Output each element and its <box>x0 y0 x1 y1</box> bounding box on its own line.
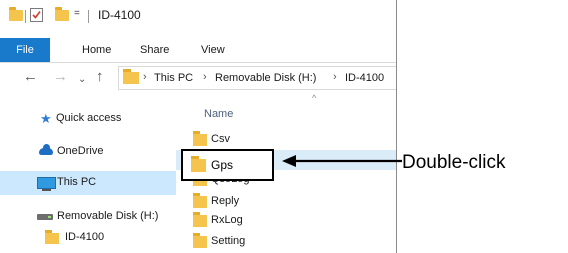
file-name: RxLog <box>211 214 243 226</box>
file-name: Csv <box>211 133 230 145</box>
folder-icon <box>193 131 207 146</box>
up-arrow-icon[interactable]: ↑ <box>96 69 104 85</box>
navigation-pane: ★ Quick access OneDrive This PC Removabl… <box>0 93 176 253</box>
sidebar-item-label: ID-4100 <box>65 231 105 243</box>
folder-icon <box>191 156 206 172</box>
sidebar-item-label: Quick access <box>56 112 122 124</box>
recent-locations-chevron-icon[interactable]: ⌄ <box>78 72 86 88</box>
gps-folder-highlight[interactable]: Gps <box>181 149 274 181</box>
file-name: Setting <box>211 235 246 247</box>
file-row-reply[interactable]: Reply <box>176 192 397 212</box>
folder-icon <box>123 69 139 84</box>
file-name: Reply <box>211 195 240 207</box>
computer-icon <box>37 177 56 191</box>
sidebar-item-label: Removable Disk (H:) <box>57 210 159 222</box>
star-icon: ★ <box>40 111 52 126</box>
drive-icon <box>37 214 53 220</box>
breadcrumb-separator-icon[interactable]: › <box>203 71 207 83</box>
file-name: Gps <box>211 158 234 172</box>
window-border <box>396 0 397 253</box>
file-row-setting[interactable]: Setting <box>176 232 397 252</box>
sidebar-item-onedrive[interactable]: OneDrive <box>0 140 176 164</box>
breadcrumb-id-4100[interactable]: ID-4100 <box>345 72 384 84</box>
sidebar-item-id-4100[interactable]: ID-4100 <box>0 226 176 250</box>
toolbar-divider <box>25 10 26 23</box>
breadcrumb-this-pc[interactable]: This PC <box>154 72 193 84</box>
sidebar-item-this-pc[interactable]: This PC <box>0 171 176 195</box>
file-explorer-window: = ID-4100 File Home Share View ← → ⌄ ↑ ›… <box>0 0 397 253</box>
address-bar[interactable]: › This PC › Removable Disk (H:) › ID-410… <box>118 66 397 90</box>
window-title: ID-4100 <box>98 8 141 22</box>
navigation-bar: ← → ⌄ ↑ › This PC › Removable Disk (H:) … <box>0 63 397 93</box>
new-folder-icon[interactable] <box>55 7 69 21</box>
breadcrumb-separator-icon[interactable]: › <box>143 71 147 83</box>
toolbar-divider <box>88 10 89 23</box>
sidebar-item-label: This PC <box>57 176 97 188</box>
file-row-rxlog[interactable]: RxLog <box>176 211 397 231</box>
cloud-icon <box>39 144 53 155</box>
sidebar-item-quick-access[interactable]: ★ Quick access <box>0 107 176 131</box>
folder-icon <box>193 212 207 227</box>
breadcrumb-separator-icon[interactable]: › <box>333 71 337 83</box>
tab-file[interactable]: File <box>0 38 50 62</box>
tab-home[interactable]: Home <box>82 38 111 62</box>
folder-icon <box>9 7 23 21</box>
column-header-name[interactable]: Name <box>204 108 233 120</box>
forward-arrow-icon[interactable]: → <box>53 69 68 85</box>
properties-icon[interactable] <box>30 8 43 22</box>
callout-arrow-icon <box>282 155 402 167</box>
tab-share[interactable]: Share <box>140 38 169 62</box>
back-arrow-icon[interactable]: ← <box>23 69 38 85</box>
tab-view[interactable]: View <box>201 38 225 62</box>
folder-icon <box>193 193 207 208</box>
folder-icon <box>193 233 207 248</box>
customize-toolbar-dropdown[interactable]: = <box>74 8 80 19</box>
annotation-label: Double-click <box>402 152 506 173</box>
title-bar: = ID-4100 <box>0 0 397 36</box>
folder-icon <box>45 230 59 244</box>
breadcrumb-removable-disk[interactable]: Removable Disk (H:) <box>215 72 316 84</box>
sort-ascending-icon[interactable]: ^ <box>312 93 316 103</box>
file-row-csv[interactable]: Csv <box>176 130 397 150</box>
sidebar-item-label: OneDrive <box>57 145 104 157</box>
ribbon-tabs: File Home Share View <box>0 38 397 62</box>
